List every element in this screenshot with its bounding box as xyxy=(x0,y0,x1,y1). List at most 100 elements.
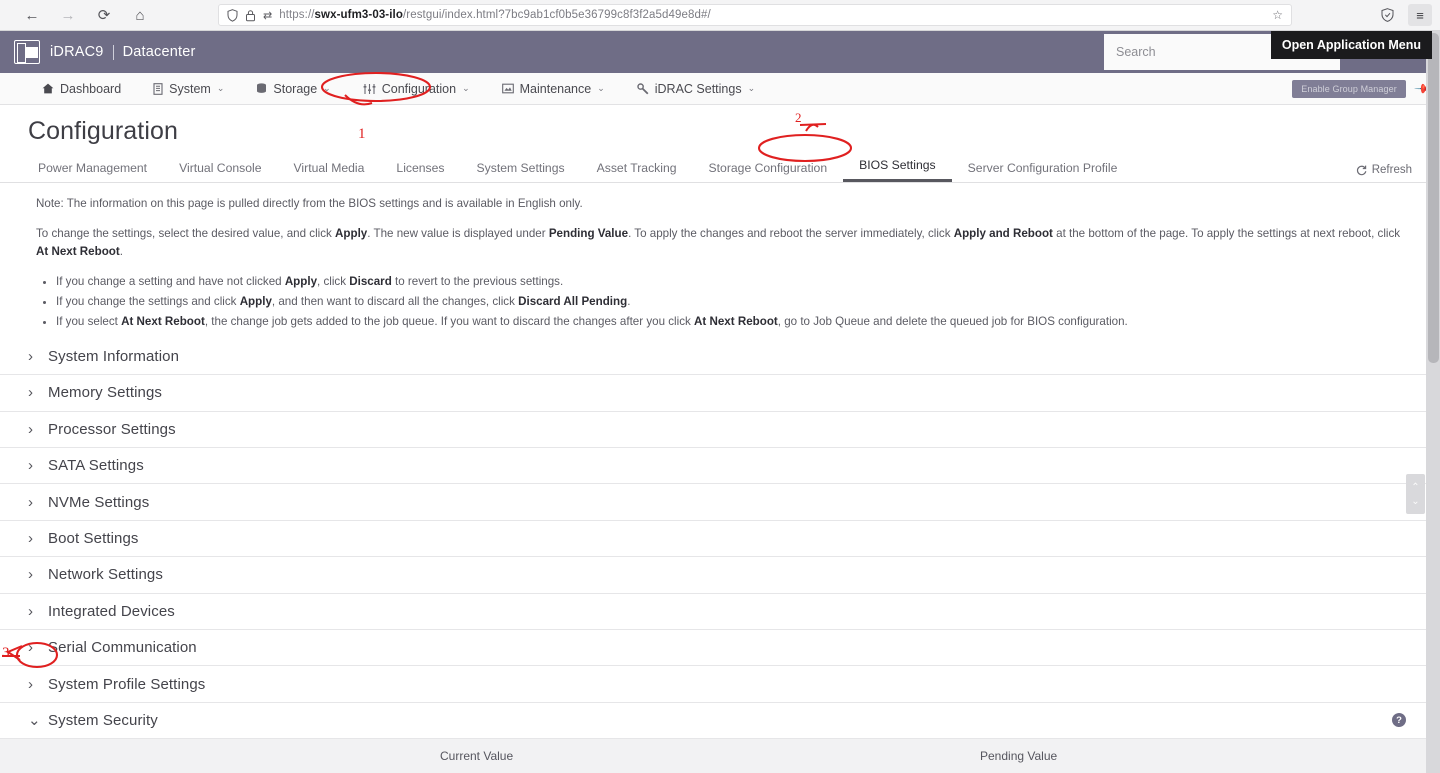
accordion-label: Processor Settings xyxy=(48,421,176,438)
accordion-memory-settings[interactable]: › Memory Settings xyxy=(0,375,1440,411)
tracking-protection-icon xyxy=(1381,8,1394,22)
chevron-down-icon: ⌄ xyxy=(462,83,470,94)
instr-pending-value: Pending Value xyxy=(549,227,628,240)
chevron-right-icon[interactable]: › xyxy=(28,384,48,401)
nav-item-idrac-settings[interactable]: iDRAC Settings ⌄ xyxy=(621,73,771,104)
bullet-bold: Discard All Pending xyxy=(518,295,627,308)
accordion-label: System Security xyxy=(48,712,158,729)
accordion-processor-settings[interactable]: › Processor Settings xyxy=(0,412,1440,448)
instr-part: . The new value is displayed under xyxy=(367,227,549,240)
tab-server-configuration-profile[interactable]: Server Configuration Profile xyxy=(952,161,1134,182)
permissions-icon[interactable]: ⇄ xyxy=(263,9,272,22)
accordion-sata-settings[interactable]: › SATA Settings xyxy=(0,448,1440,484)
url-path: /restgui/index.html?7bc9ab1cf0b5e36799c8… xyxy=(403,9,711,21)
list-item: If you select At Next Reboot, the change… xyxy=(56,313,1412,331)
accordion-system-security[interactable]: ⌄ System Security ? xyxy=(0,703,1440,739)
application-menu-icon[interactable]: ≡ xyxy=(1408,4,1432,26)
chevron-right-icon[interactable]: › xyxy=(28,530,48,547)
home-icon[interactable]: ⌂ xyxy=(130,5,150,25)
chevron-right-icon[interactable]: › xyxy=(28,566,48,583)
chevron-right-icon[interactable]: › xyxy=(28,676,48,693)
nav-item-dashboard[interactable]: Dashboard xyxy=(26,73,137,104)
page-scrollbar[interactable] xyxy=(1426,31,1440,773)
accordion-label: System Profile Settings xyxy=(48,676,205,693)
instr-part: To change the settings, select the desir… xyxy=(36,227,335,240)
accordion-integrated-devices[interactable]: › Integrated Devices xyxy=(0,594,1440,630)
nav-item-configuration[interactable]: Configuration ⌄ xyxy=(347,73,486,104)
url-text: https://swx-ufm3-03-ilo/restgui/index.ht… xyxy=(279,9,711,21)
instr-part: . xyxy=(120,245,123,258)
accordion-nvme-settings[interactable]: › NVMe Settings xyxy=(0,484,1440,520)
browser-nav-buttons: ← → ⟳ ⌂ xyxy=(8,5,150,25)
instructions-block: Note: The information on this page is pu… xyxy=(0,183,1440,331)
bullet-text: , go to Job Queue and delete the queued … xyxy=(778,315,1128,328)
shield-icon xyxy=(227,9,238,22)
column-header-current-value: Current Value xyxy=(440,749,980,763)
instr-at-next-reboot: At Next Reboot xyxy=(36,245,120,258)
primary-nav: Dashboard System ⌄ Storage ⌄ Configurati… xyxy=(0,73,1440,105)
chevron-right-icon[interactable]: › xyxy=(28,348,48,365)
accordion-label: Serial Communication xyxy=(48,639,197,656)
bookmark-star-icon[interactable]: ☆ xyxy=(1272,8,1283,22)
tab-storage-configuration[interactable]: Storage Configuration xyxy=(693,161,844,182)
tab-power-management[interactable]: Power Management xyxy=(28,161,163,182)
accordion-serial-communication[interactable]: › Serial Communication xyxy=(0,630,1440,666)
home-icon xyxy=(42,83,54,94)
chevron-right-icon[interactable]: › xyxy=(28,494,48,511)
application-menu-tooltip: Open Application Menu xyxy=(1271,31,1432,59)
refresh-button[interactable]: Refresh xyxy=(1356,164,1412,176)
reload-icon[interactable]: ⟳ xyxy=(94,5,114,25)
bullet-text: . xyxy=(627,295,630,308)
accordion-network-settings[interactable]: › Network Settings xyxy=(0,557,1440,593)
note-line: Note: The information on this page is pu… xyxy=(36,195,1412,213)
url-host: swx-ufm3-03-ilo xyxy=(315,9,403,21)
tab-asset-tracking[interactable]: Asset Tracking xyxy=(581,161,693,182)
scroll-up-icon[interactable]: ⌃ xyxy=(1411,482,1419,493)
brand-divider xyxy=(113,45,114,60)
help-icon[interactable]: ? xyxy=(1392,713,1406,727)
accordion-boot-settings[interactable]: › Boot Settings xyxy=(0,521,1440,557)
chevron-right-icon[interactable]: › xyxy=(28,639,48,656)
panel-column-headers: Current Value Pending Value xyxy=(0,739,1440,767)
chevron-down-icon: ⌄ xyxy=(597,83,605,94)
accordion-label: NVMe Settings xyxy=(48,494,149,511)
tab-virtual-console[interactable]: Virtual Console xyxy=(163,161,277,182)
instr-apply-and-reboot: Apply and Reboot xyxy=(954,227,1053,240)
chevron-down-icon[interactable]: ⌄ xyxy=(28,711,48,729)
instructions-paragraph: To change the settings, select the desir… xyxy=(36,225,1412,261)
back-icon[interactable]: ← xyxy=(22,5,42,25)
accordion-label: Boot Settings xyxy=(48,530,139,547)
chevron-right-icon[interactable]: › xyxy=(28,603,48,620)
bullet-text: , and then want to discard all the chang… xyxy=(272,295,518,308)
enable-group-manager-button[interactable]: Enable Group Manager xyxy=(1292,80,1406,98)
forward-icon[interactable]: → xyxy=(58,5,78,25)
nav-item-storage[interactable]: Storage ⌄ xyxy=(240,73,346,104)
wrench-icon xyxy=(637,83,649,95)
tab-bios-settings[interactable]: BIOS Settings xyxy=(843,158,952,182)
bullet-text: to revert to the previous settings. xyxy=(392,275,563,288)
tab-virtual-media[interactable]: Virtual Media xyxy=(278,161,381,182)
accordion-system-profile-settings[interactable]: › System Profile Settings xyxy=(0,666,1440,702)
nav-item-label: System xyxy=(169,82,211,96)
table-row: CPU AES-NI Enabled xyxy=(0,767,1440,773)
scroll-down-icon[interactable]: ⌄ xyxy=(1411,496,1419,507)
accordion-label: SATA Settings xyxy=(48,457,144,474)
bullet-text: If you change the settings and click xyxy=(56,295,240,308)
accordion-label: Memory Settings xyxy=(48,384,162,401)
bullet-bold: Apply xyxy=(285,275,317,288)
column-header-pending-value: Pending Value xyxy=(980,749,1440,763)
tab-system-settings[interactable]: System Settings xyxy=(461,161,581,182)
nav-item-system[interactable]: System ⌄ xyxy=(137,73,240,104)
bios-accordion: › System Information › Memory Settings ›… xyxy=(0,339,1440,773)
system-icon xyxy=(153,83,163,95)
page-title: Configuration xyxy=(0,105,1440,156)
url-bar[interactable]: ⇄ https://swx-ufm3-03-ilo/restgui/index.… xyxy=(218,4,1292,26)
chevron-right-icon[interactable]: › xyxy=(28,421,48,438)
scroll-stepper[interactable]: ⌃ ⌄ xyxy=(1406,474,1425,514)
accordion-system-information[interactable]: › System Information xyxy=(0,339,1440,375)
chevron-right-icon[interactable]: › xyxy=(28,457,48,474)
nav-item-maintenance[interactable]: Maintenance ⌄ xyxy=(486,73,621,104)
tab-licenses[interactable]: Licenses xyxy=(380,161,460,182)
sub-tabs: Power Management Virtual Console Virtual… xyxy=(0,156,1440,183)
page-scrollbar-thumb[interactable] xyxy=(1428,33,1439,363)
